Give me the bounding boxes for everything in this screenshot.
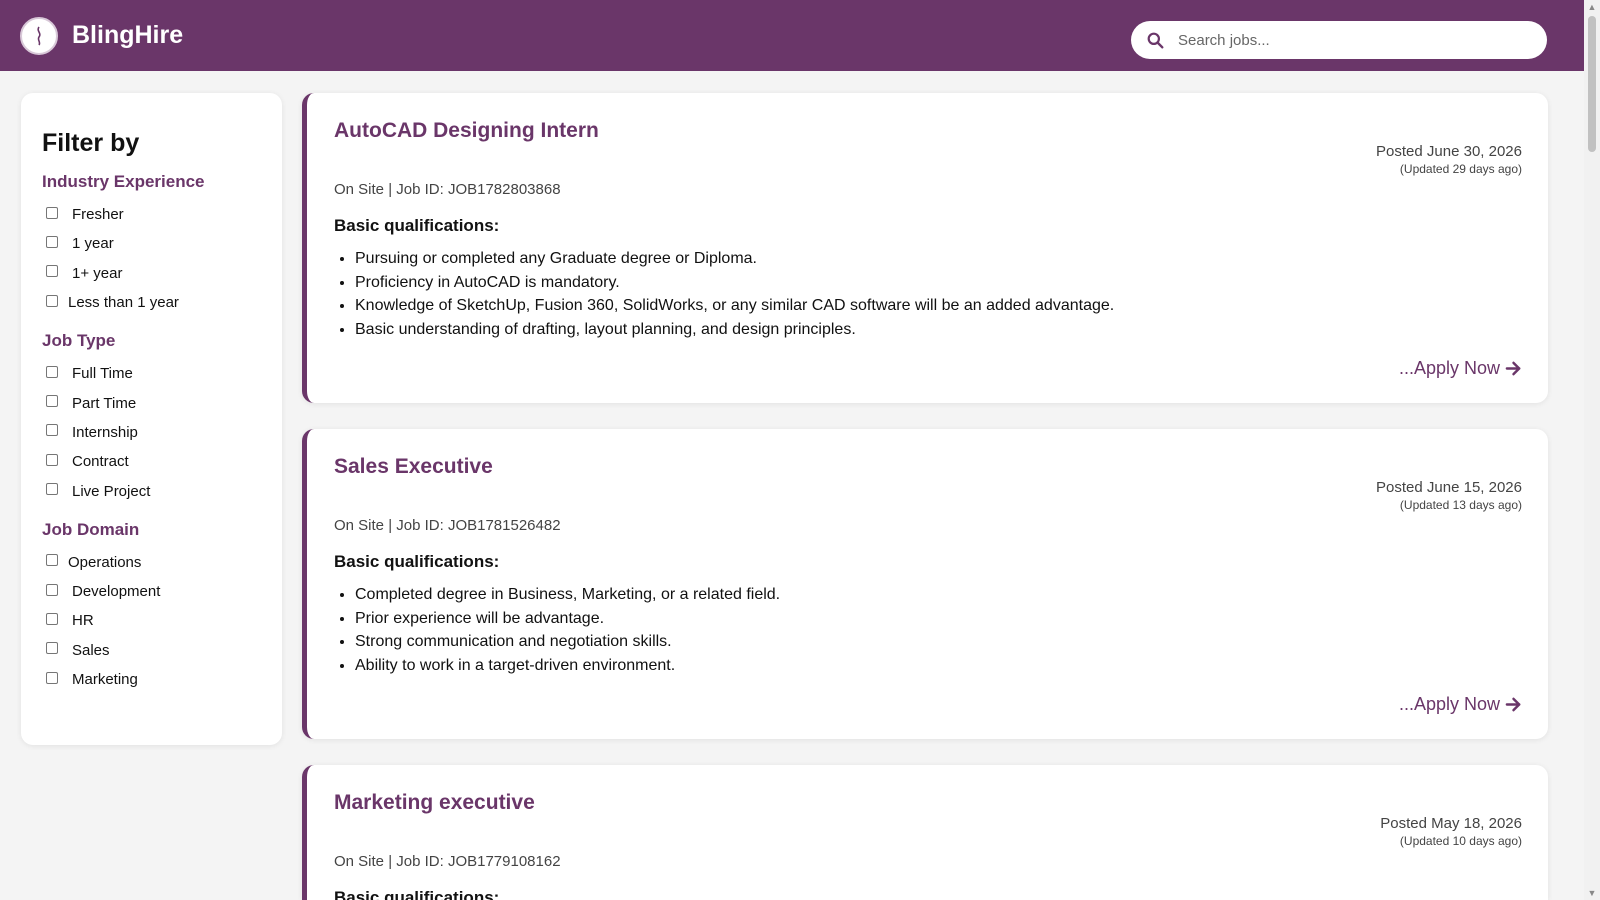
checkbox[interactable]	[46, 294, 58, 307]
filter-option-part-time[interactable]: Part Time	[42, 388, 282, 417]
logo-icon	[37, 26, 41, 45]
filter-option-label: Full Time	[72, 365, 133, 383]
job-title[interactable]: Sales Executive	[334, 455, 1522, 479]
checkbox[interactable]	[46, 453, 58, 466]
job-card: Marketing executive Posted May 18, 2026 …	[302, 765, 1548, 900]
filter-section-job-domain: Job Domain Operations Development HR Sal…	[42, 520, 282, 694]
posted-info: Posted June 15, 2026 (Updated 13 days ag…	[1376, 479, 1522, 512]
filter-section-title: Industry Experience	[42, 172, 205, 191]
filter-sidebar: Filter by Industry Experience Fresher 1 …	[21, 93, 282, 745]
qualification-item: Proficiency in AutoCAD is mandatory.	[355, 274, 1522, 298]
apply-now-link[interactable]: ...Apply Now	[1399, 358, 1522, 379]
filter-option-development[interactable]: Development	[42, 577, 282, 606]
filter-option-label: Less than 1 year	[68, 294, 179, 312]
checkbox[interactable]	[46, 612, 58, 625]
filter-option-label: Fresher	[72, 206, 124, 224]
updated-text: (Updated 13 days ago)	[1399, 498, 1522, 512]
arrow-right-icon	[1505, 361, 1521, 376]
updated-text: (Updated 29 days ago)	[1399, 162, 1522, 176]
job-card: Sales Executive Posted June 15, 2026 (Up…	[302, 429, 1548, 739]
filter-option-full-time[interactable]: Full Time	[42, 359, 282, 388]
qualifications-list: Completed degree in Business, Marketing,…	[334, 586, 1522, 680]
brand-name[interactable]: BlingHire	[72, 21, 183, 50]
checkbox[interactable]	[46, 483, 58, 496]
filter-option-1-plus-year[interactable]: 1+ year	[42, 259, 282, 288]
filter-option-label: Development	[72, 583, 161, 601]
filter-option-label: Part Time	[72, 394, 137, 412]
job-card: AutoCAD Designing Intern Posted June 30,…	[302, 93, 1548, 403]
posted-date: Posted June 30, 2026	[1376, 143, 1522, 160]
filter-section-job-type: Job Type Full Time Part Time Internship …	[42, 331, 282, 505]
filter-option-label: Operations	[68, 553, 142, 571]
checkbox[interactable]	[46, 395, 58, 408]
checkbox[interactable]	[46, 265, 58, 278]
qualification-item: Prior experience will be advantage.	[355, 610, 1522, 634]
filter-option-label: 1+ year	[72, 264, 123, 282]
checkbox[interactable]	[46, 206, 58, 219]
job-title[interactable]: AutoCAD Designing Intern	[334, 119, 1522, 143]
filter-option-label: HR	[72, 612, 94, 630]
posted-info: Posted May 18, 2026 (Updated 10 days ago…	[1380, 815, 1522, 848]
checkbox[interactable]	[46, 642, 58, 655]
scroll-up-arrow-icon[interactable]: ▲	[1584, 0, 1600, 14]
job-meta: On Site | Job ID: JOB1779108162	[334, 853, 561, 870]
filter-option-label: Contract	[72, 453, 129, 471]
filter-option-less-than-1-year[interactable]: Less than 1 year	[42, 288, 282, 317]
checkbox[interactable]	[46, 365, 58, 378]
arrow-right-icon	[1505, 697, 1521, 712]
filter-section-title: Job Type	[42, 331, 116, 351]
apply-now-label: ...Apply Now	[1398, 694, 1500, 714]
filter-option-operations[interactable]: Operations	[42, 548, 282, 577]
search-icon	[1147, 32, 1164, 48]
checkbox[interactable]	[46, 424, 58, 437]
apply-now-link[interactable]: ...Apply Now	[1399, 694, 1522, 715]
posted-date: Posted June 15, 2026	[1376, 479, 1522, 496]
filter-section-industry-experience: Industry Experience Fresher 1 year 1+ ye…	[42, 172, 282, 317]
job-meta: On Site | Job ID: JOB1781526482	[334, 517, 561, 534]
filter-option-label: 1 year	[72, 235, 114, 253]
search-input[interactable]	[1176, 30, 1516, 50]
updated-text: (Updated 10 days ago)	[1399, 834, 1522, 848]
checkbox[interactable]	[46, 554, 58, 567]
posted-date: Posted May 18, 2026	[1380, 815, 1522, 832]
job-title[interactable]: Marketing executive	[334, 791, 1522, 815]
filter-option-marketing[interactable]: Marketing	[42, 665, 282, 694]
filter-option-label: Internship	[72, 423, 138, 441]
qualification-item: Completed degree in Business, Marketing,…	[355, 586, 1522, 610]
filter-option-sales[interactable]: Sales	[42, 636, 282, 665]
scroll-thumb[interactable]	[1588, 16, 1596, 152]
filter-option-live-project[interactable]: Live Project	[42, 476, 282, 505]
filter-option-label: Live Project	[72, 482, 151, 500]
checkbox[interactable]	[46, 235, 58, 248]
qualification-item: Pursuing or completed any Graduate degre…	[355, 250, 1522, 274]
top-header: BlingHire	[0, 0, 1584, 71]
brand-logo[interactable]	[20, 16, 58, 55]
filter-option-1-year[interactable]: 1 year	[42, 229, 282, 258]
qualifications-heading: Basic qualifications:	[334, 888, 500, 900]
filter-option-internship[interactable]: Internship	[42, 418, 282, 447]
filter-title: Filter by	[42, 129, 140, 157]
filter-option-label: Sales	[72, 641, 110, 659]
qualification-item: Knowledge of SketchUp, Fusion 360, Solid…	[355, 297, 1522, 321]
qualifications-heading: Basic qualifications:	[334, 552, 500, 571]
checkbox[interactable]	[46, 583, 58, 596]
posted-info: Posted June 30, 2026 (Updated 29 days ag…	[1376, 143, 1522, 176]
scroll-down-arrow-icon[interactable]: ▼	[1584, 886, 1600, 900]
search-bar[interactable]	[1131, 21, 1547, 59]
filter-option-label: Marketing	[72, 671, 138, 688]
page-scrollbar[interactable]: ▲ ▼	[1584, 0, 1600, 900]
qualifications-list: Pursuing or completed any Graduate degre…	[334, 250, 1522, 344]
filter-option-fresher[interactable]: Fresher	[42, 200, 282, 229]
checkbox[interactable]	[46, 671, 58, 684]
filter-option-contract[interactable]: Contract	[42, 447, 282, 476]
filter-option-hr[interactable]: HR	[42, 606, 282, 635]
qualification-item: Strong communication and negotiation ski…	[355, 633, 1522, 657]
qualification-item: Basic understanding of drafting, layout …	[355, 321, 1522, 345]
job-meta: On Site | Job ID: JOB1782803868	[334, 181, 561, 198]
filter-section-title: Job Domain	[42, 519, 140, 539]
qualification-item: Ability to work in a target-driven envir…	[355, 657, 1522, 681]
apply-now-label: ...Apply Now	[1398, 358, 1500, 378]
qualifications-heading: Basic qualifications:	[334, 216, 500, 235]
